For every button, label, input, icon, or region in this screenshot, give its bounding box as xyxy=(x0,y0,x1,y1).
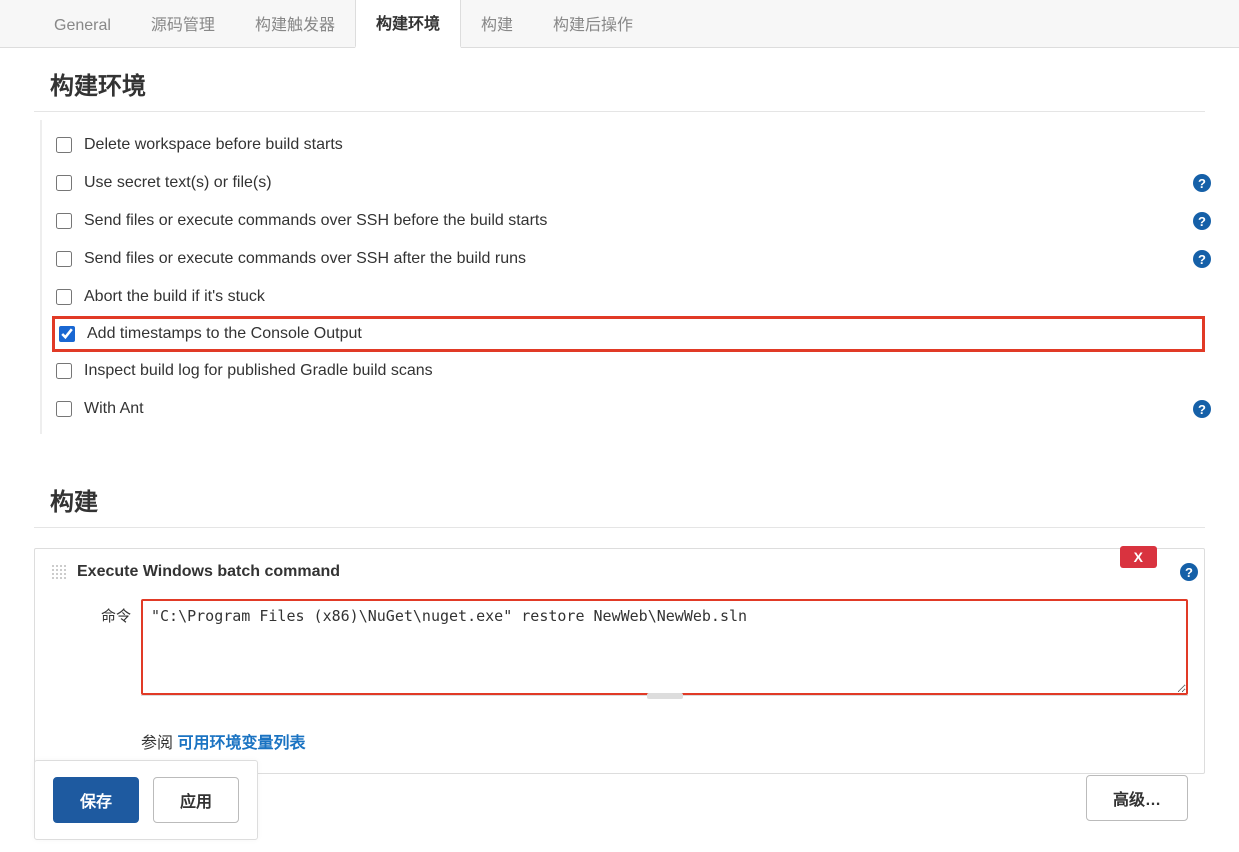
help-icon[interactable]: ? xyxy=(1180,563,1198,581)
build-step-exec-batch: Execute Windows batch command ? 命令 参阅 可用… xyxy=(34,548,1205,774)
help-icon[interactable]: ? xyxy=(1193,212,1211,230)
see-also-prefix: 参阅 xyxy=(141,735,177,752)
build-step-header: Execute Windows batch command xyxy=(51,563,1188,581)
checkbox-abort-stuck[interactable] xyxy=(56,289,72,305)
opt-abort-stuck: Abort the build if it's stuck xyxy=(52,278,1205,316)
see-also-row: 参阅 可用环境变量列表 xyxy=(141,729,1188,753)
resize-grip-icon[interactable] xyxy=(647,693,683,699)
opt-label: Use secret text(s) or file(s) xyxy=(84,174,272,192)
build-env-section-title: 构建环境 xyxy=(34,48,1205,112)
tab-general[interactable]: General xyxy=(34,3,131,47)
opt-label: Send files or execute commands over SSH … xyxy=(84,250,526,268)
opt-delete-workspace: Delete workspace before build starts xyxy=(52,126,1205,164)
opt-label: Abort the build if it's stuck xyxy=(84,288,265,306)
tab-scm[interactable]: 源码管理 xyxy=(131,0,235,47)
opt-label: With Ant xyxy=(84,400,144,418)
delete-step-button[interactable]: X xyxy=(1120,546,1157,568)
command-row: 命令 xyxy=(51,599,1188,695)
advanced-button[interactable]: 高级… xyxy=(1086,775,1188,821)
opt-label: Add timestamps to the Console Output xyxy=(87,325,362,343)
textarea-divider xyxy=(141,695,1188,705)
checkbox-gradle-scan[interactable] xyxy=(56,363,72,379)
build-step-container: X Execute Windows batch command ? 命令 参阅 … xyxy=(34,548,1205,774)
build-step-title: Execute Windows batch command xyxy=(77,563,340,581)
help-icon[interactable]: ? xyxy=(1193,174,1211,192)
tab-build[interactable]: 构建 xyxy=(461,0,533,47)
build-section: 构建 X Execute Windows batch command ? 命令 … xyxy=(34,464,1205,774)
opt-with-ant: With Ant ? xyxy=(52,390,1205,428)
tab-build-env[interactable]: 构建环境 xyxy=(355,0,461,48)
config-tabs: General 源码管理 构建触发器 构建环境 构建 构建后操作 xyxy=(0,0,1239,48)
opt-timestamps-highlight: Add timestamps to the Console Output xyxy=(52,316,1205,352)
opt-ssh-after: Send files or execute commands over SSH … xyxy=(52,240,1205,278)
help-icon[interactable]: ? xyxy=(1193,400,1211,418)
build-section-title: 构建 xyxy=(34,464,1205,528)
help-icon[interactable]: ? xyxy=(1193,250,1211,268)
drag-handle-icon[interactable] xyxy=(51,564,67,580)
tab-post-build[interactable]: 构建后操作 xyxy=(533,0,653,47)
opt-label: Delete workspace before build starts xyxy=(84,136,343,154)
opt-ssh-before: Send files or execute commands over SSH … xyxy=(52,202,1205,240)
save-button[interactable]: 保存 xyxy=(53,777,139,823)
checkbox-secret-text[interactable] xyxy=(56,175,72,191)
checkbox-delete-workspace[interactable] xyxy=(56,137,72,153)
env-vars-link[interactable]: 可用环境变量列表 xyxy=(177,735,305,752)
tab-triggers[interactable]: 构建触发器 xyxy=(235,0,355,47)
command-textarea[interactable] xyxy=(141,599,1188,695)
opt-gradle-scan: Inspect build log for published Gradle b… xyxy=(52,352,1205,390)
checkbox-with-ant[interactable] xyxy=(56,401,72,417)
checkbox-ssh-after[interactable] xyxy=(56,251,72,267)
opt-label: Inspect build log for published Gradle b… xyxy=(84,362,433,380)
checkbox-timestamps[interactable] xyxy=(59,326,75,342)
opt-secret-text: Use secret text(s) or file(s) ? xyxy=(52,164,1205,202)
footer-action-bar: 保存 应用 xyxy=(34,760,258,840)
build-env-options: Delete workspace before build starts Use… xyxy=(40,120,1205,434)
checkbox-ssh-before[interactable] xyxy=(56,213,72,229)
apply-button[interactable]: 应用 xyxy=(153,777,239,823)
command-label: 命令 xyxy=(51,599,131,626)
opt-label: Send files or execute commands over SSH … xyxy=(84,212,547,230)
